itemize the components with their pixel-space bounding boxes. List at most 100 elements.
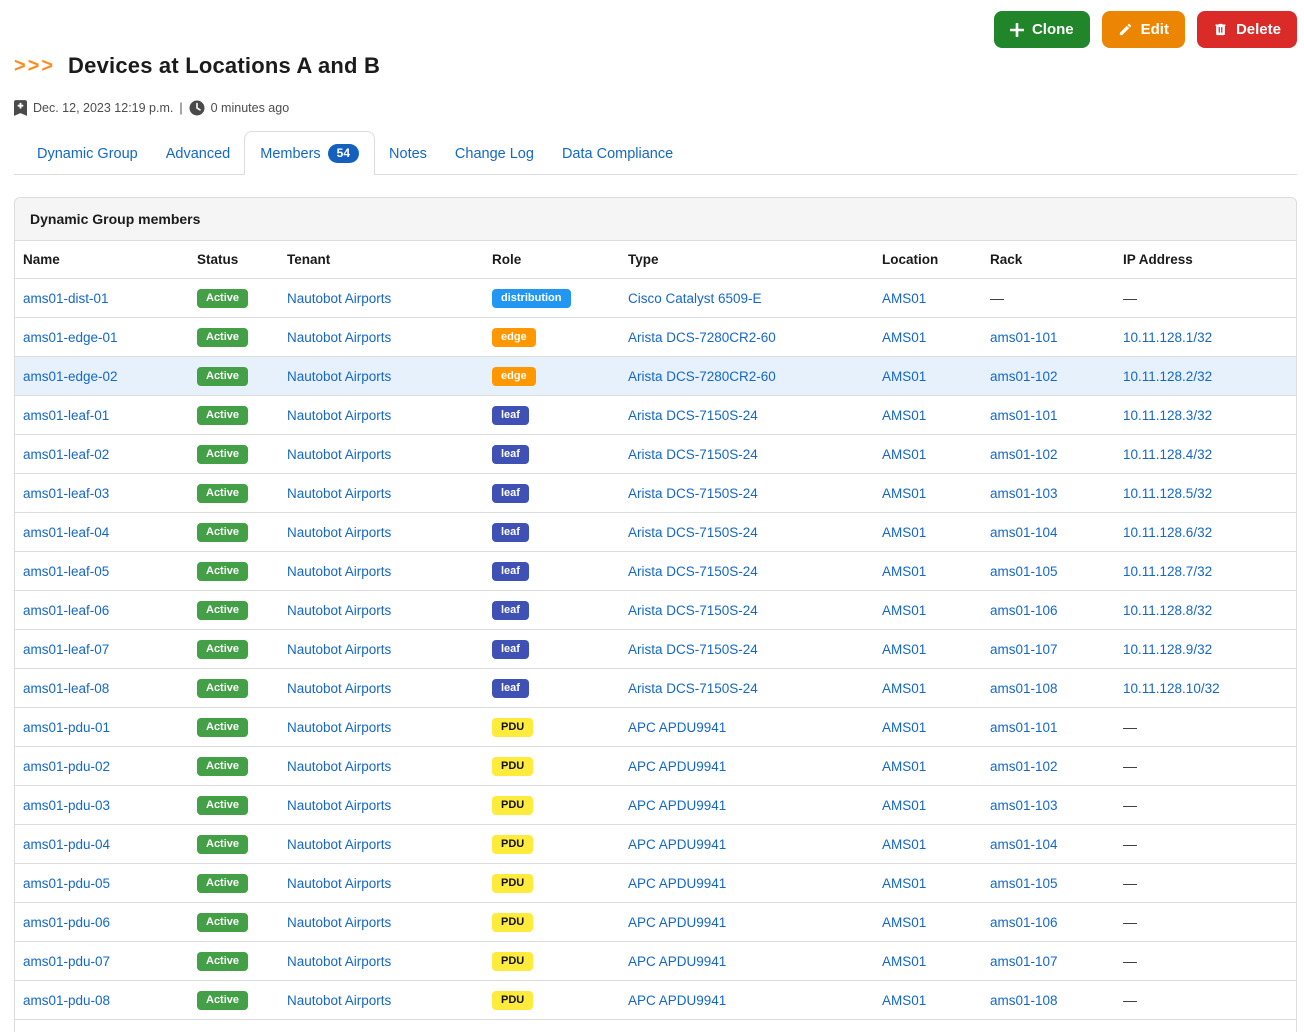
ip-address-link[interactable]: 10.11.128.8/32	[1123, 603, 1212, 618]
role-badge[interactable]: leaf	[492, 601, 529, 620]
device-name-link[interactable]: ams01-pdu-08	[23, 993, 110, 1008]
role-badge[interactable]: leaf	[492, 679, 529, 698]
ip-address-link[interactable]: 10.11.128.10/32	[1123, 681, 1220, 696]
device-name-link[interactable]: ams01-leaf-08	[23, 681, 109, 696]
device-type-link[interactable]: Arista DCS-7150S-24	[628, 681, 758, 696]
rack-link[interactable]: ams01-102	[990, 759, 1058, 774]
rack-link[interactable]: ams01-103	[990, 798, 1058, 813]
tab-notes[interactable]: Notes	[375, 132, 441, 175]
ip-address-link[interactable]: 10.11.128.5/32	[1123, 486, 1212, 501]
tenant-link[interactable]: Nautobot Airports	[287, 369, 391, 384]
device-type-link[interactable]: APC APDU9941	[628, 720, 726, 735]
role-badge[interactable]: PDU	[492, 913, 533, 932]
tab-change-log[interactable]: Change Log	[441, 132, 548, 175]
rack-link[interactable]: ams01-105	[990, 876, 1058, 891]
role-badge[interactable]: PDU	[492, 952, 533, 971]
device-type-link[interactable]: APC APDU9941	[628, 915, 726, 930]
status-badge[interactable]: Active	[197, 601, 248, 620]
rack-link[interactable]: ams01-106	[990, 603, 1058, 618]
tab-advanced[interactable]: Advanced	[152, 132, 245, 175]
location-link[interactable]: AMS01	[882, 369, 926, 384]
tenant-link[interactable]: Nautobot Airports	[287, 642, 391, 657]
device-type-link[interactable]: Arista DCS-7280CR2-60	[628, 330, 776, 345]
status-badge[interactable]: Active	[197, 913, 248, 932]
device-name-link[interactable]: ams01-pdu-06	[23, 915, 110, 930]
rack-link[interactable]: ams01-103	[990, 486, 1058, 501]
ip-address-link[interactable]: 10.11.128.6/32	[1123, 525, 1212, 540]
edit-button[interactable]: Edit	[1102, 11, 1185, 48]
location-link[interactable]: AMS01	[882, 408, 926, 423]
tenant-link[interactable]: Nautobot Airports	[287, 564, 391, 579]
tenant-link[interactable]: Nautobot Airports	[287, 525, 391, 540]
device-name-link[interactable]: ams01-pdu-05	[23, 876, 110, 891]
role-badge[interactable]: edge	[492, 328, 536, 347]
role-badge[interactable]: PDU	[492, 991, 533, 1010]
role-badge[interactable]: edge	[492, 367, 536, 386]
device-name-link[interactable]: ams01-leaf-05	[23, 564, 109, 579]
rack-link[interactable]: ams01-106	[990, 915, 1058, 930]
role-badge[interactable]: PDU	[492, 796, 533, 815]
device-type-link[interactable]: APC APDU9941	[628, 759, 726, 774]
rack-link[interactable]: ams01-108	[990, 993, 1058, 1008]
location-link[interactable]: AMS01	[882, 759, 926, 774]
location-link[interactable]: AMS01	[882, 525, 926, 540]
device-name-link[interactable]: ams01-leaf-06	[23, 603, 109, 618]
location-link[interactable]: AMS01	[882, 915, 926, 930]
location-link[interactable]: AMS01	[882, 681, 926, 696]
device-name-link[interactable]: ams01-leaf-07	[23, 642, 109, 657]
column-header-status[interactable]: Status	[189, 241, 279, 279]
tenant-link[interactable]: Nautobot Airports	[287, 720, 391, 735]
status-badge[interactable]: Active	[197, 640, 248, 659]
device-type-link[interactable]: Arista DCS-7150S-24	[628, 642, 758, 657]
ip-address-link[interactable]: 10.11.128.9/32	[1123, 642, 1212, 657]
tenant-link[interactable]: Nautobot Airports	[287, 798, 391, 813]
device-name-link[interactable]: ams01-leaf-01	[23, 408, 109, 423]
status-badge[interactable]: Active	[197, 874, 248, 893]
status-badge[interactable]: Active	[197, 523, 248, 542]
device-type-link[interactable]: APC APDU9941	[628, 993, 726, 1008]
status-badge[interactable]: Active	[197, 406, 248, 425]
device-type-link[interactable]: Arista DCS-7280CR2-60	[628, 369, 776, 384]
tenant-link[interactable]: Nautobot Airports	[287, 876, 391, 891]
rack-link[interactable]: ams01-107	[990, 954, 1058, 969]
column-header-location[interactable]: Location	[874, 241, 982, 279]
device-type-link[interactable]: Arista DCS-7150S-24	[628, 603, 758, 618]
device-name-link[interactable]: ams01-pdu-07	[23, 954, 110, 969]
device-name-link[interactable]: ams01-pdu-01	[23, 720, 110, 735]
location-link[interactable]: AMS01	[882, 837, 926, 852]
tab-data-compliance[interactable]: Data Compliance	[548, 132, 687, 175]
tenant-link[interactable]: Nautobot Airports	[287, 408, 391, 423]
tenant-link[interactable]: Nautobot Airports	[287, 447, 391, 462]
column-header-name[interactable]: Name	[15, 241, 189, 279]
device-name-link[interactable]: ams01-leaf-04	[23, 525, 109, 540]
device-type-link[interactable]: Arista DCS-7150S-24	[628, 486, 758, 501]
role-badge[interactable]: leaf	[492, 640, 529, 659]
location-link[interactable]: AMS01	[882, 486, 926, 501]
device-type-link[interactable]: Cisco Catalyst 6509-E	[628, 291, 762, 306]
status-badge[interactable]: Active	[197, 796, 248, 815]
status-badge[interactable]: Active	[197, 835, 248, 854]
rack-link[interactable]: ams01-102	[990, 447, 1058, 462]
column-header-role[interactable]: Role	[484, 241, 620, 279]
role-badge[interactable]: PDU	[492, 718, 533, 737]
device-type-link[interactable]: APC APDU9941	[628, 798, 726, 813]
tenant-link[interactable]: Nautobot Airports	[287, 603, 391, 618]
role-badge[interactable]: PDU	[492, 874, 533, 893]
role-badge[interactable]: PDU	[492, 757, 533, 776]
location-link[interactable]: AMS01	[882, 642, 926, 657]
device-name-link[interactable]: ams01-edge-02	[23, 369, 118, 384]
rack-link[interactable]: ams01-101	[990, 330, 1058, 345]
status-badge[interactable]: Active	[197, 289, 248, 308]
column-header-ip[interactable]: IP Address	[1115, 241, 1296, 279]
column-header-rack[interactable]: Rack	[982, 241, 1115, 279]
ip-address-link[interactable]: 10.11.128.4/32	[1123, 447, 1212, 462]
device-type-link[interactable]: Arista DCS-7150S-24	[628, 525, 758, 540]
ip-address-link[interactable]: 10.11.128.3/32	[1123, 408, 1212, 423]
ip-address-link[interactable]: 10.11.128.2/32	[1123, 369, 1212, 384]
status-badge[interactable]: Active	[197, 562, 248, 581]
device-type-link[interactable]: APC APDU9941	[628, 837, 726, 852]
device-type-link[interactable]: Arista DCS-7150S-24	[628, 447, 758, 462]
tenant-link[interactable]: Nautobot Airports	[287, 915, 391, 930]
location-link[interactable]: AMS01	[882, 447, 926, 462]
rack-link[interactable]: ams01-107	[990, 642, 1058, 657]
